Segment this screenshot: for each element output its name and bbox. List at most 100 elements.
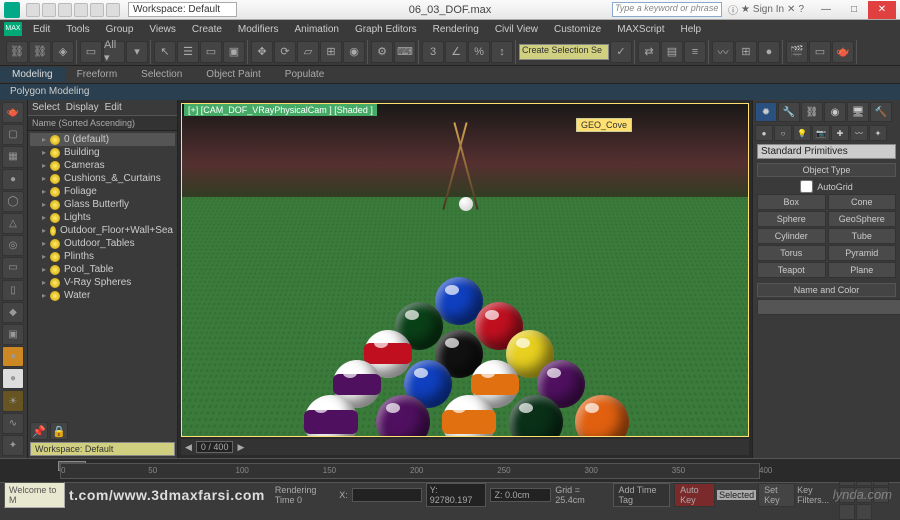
help-icon[interactable]: ? [798,4,804,15]
scene-item[interactable]: ▸Cameras [30,159,175,172]
percent-snap-icon[interactable]: % [468,41,490,63]
yellow-icon[interactable]: ● [2,346,24,367]
visibility-bulb-icon[interactable] [50,239,60,249]
visibility-bulb-icon[interactable] [50,135,60,145]
shapes-subtab-icon[interactable]: ○ [774,125,792,141]
unlink-icon[interactable]: ⛓ [29,41,51,63]
select-name-icon[interactable]: ☰ [177,41,199,63]
scene-item[interactable]: ▸Plinths [30,250,175,263]
angle-snap-icon[interactable]: ∠ [445,41,467,63]
spline-icon[interactable]: ∿ [2,413,24,434]
scene-tab-display[interactable]: Display [66,102,99,113]
scene-item[interactable]: ▸Glass Butterfly [30,198,175,211]
rotate-icon[interactable]: ⟳ [274,41,296,63]
render-frame-icon[interactable]: ▭ [809,41,831,63]
bind-icon[interactable]: ◈ [52,41,74,63]
link-icon[interactable]: ⛓ [6,41,28,63]
menu-animation[interactable]: Animation [287,22,345,37]
geo-icon[interactable]: ◆ [2,302,24,323]
teapot-icon[interactable]: 🫖 [2,102,24,123]
visibility-bulb-icon[interactable] [50,291,60,301]
primitive-torus-button[interactable]: Torus [757,245,826,261]
scene-item[interactable]: ▸V-Ray Spheres [30,276,175,289]
curve-editor-icon[interactable]: 〰 [712,41,734,63]
menu-grapheditors[interactable]: Graph Editors [348,22,424,37]
create-tab-icon[interactable]: ✹ [755,102,777,122]
primitive-teapot-button[interactable]: Teapot [757,262,826,278]
next-key-icon[interactable]: ▶ [237,442,244,453]
named-selection-combo[interactable]: Create Selection Se [519,44,609,60]
tube-icon[interactable]: ◯ [2,191,24,212]
prev-key-icon[interactable]: ◀ [185,442,192,453]
object-type-rollout[interactable]: Object Type [757,163,896,177]
primitive-cylinder-button[interactable]: Cylinder [757,228,826,244]
tab-freeform[interactable]: Freeform [65,67,130,82]
keyfilters-button[interactable]: Key Filters... [797,485,837,505]
keymode-selector[interactable]: Selected [717,490,756,500]
menu-edit[interactable]: Edit [26,22,57,37]
exchange-icon[interactable]: ✕ [787,4,795,15]
scene-lock-icon[interactable]: 🔒 [50,422,68,440]
scale-icon[interactable]: ▱ [297,41,319,63]
scene-tab-select[interactable]: Select [32,102,60,113]
menu-maxscript[interactable]: MAXScript [610,22,671,37]
setkey-button[interactable]: Set Key [758,483,795,507]
visibility-bulb-icon[interactable] [50,187,60,197]
viewport-scene[interactable] [181,103,749,437]
time-ruler[interactable]: 050100150200250300350400 [60,463,760,479]
menu-help[interactable]: Help [673,22,708,37]
align-icon[interactable]: ▤ [661,41,683,63]
visibility-bulb-icon[interactable] [50,200,60,210]
signin-link[interactable]: Sign In [753,4,784,15]
white-icon[interactable]: ● [2,368,24,389]
scene-tree[interactable]: ▸0 (default)▸Building▸Cameras▸Cushions_&… [28,131,177,418]
motion-tab-icon[interactable]: ◉ [824,102,846,122]
menu-civilview[interactable]: Civil View [488,22,545,37]
search-input[interactable]: Type a keyword or phrase [612,2,722,17]
select-region-icon[interactable]: ▭ [200,41,222,63]
scene-header[interactable]: Name (Sorted Ascending) [28,115,177,131]
schematic-icon[interactable]: ⊞ [735,41,757,63]
refcoord-icon[interactable]: ⊞ [320,41,342,63]
visibility-bulb-icon[interactable] [50,148,60,158]
scene-item[interactable]: ▸Outdoor_Tables [30,237,175,250]
mirror-icon[interactable]: ⇄ [638,41,660,63]
lights-subtab-icon[interactable]: 💡 [793,125,811,141]
category-dropdown[interactable]: Standard Primitives [757,144,896,159]
autogrid-checkbox[interactable] [800,180,813,193]
plane-icon[interactable]: ▭ [2,257,24,278]
sun-icon[interactable]: ☀ [2,390,24,411]
torus-icon[interactable]: ◎ [2,235,24,256]
systems-subtab-icon[interactable]: ✦ [869,125,887,141]
primitive-cone-button[interactable]: Cone [828,194,897,210]
pivot-icon[interactable]: ◉ [343,41,365,63]
maxscript-listener[interactable]: Welcome to M [4,482,65,508]
scene-item[interactable]: ▸Cushions_&_Curtains [30,172,175,185]
box-icon[interactable]: ▢ [2,124,24,145]
menu-modifiers[interactable]: Modifiers [231,22,286,37]
qat-redo-icon[interactable] [90,3,104,17]
primitive-plane-button[interactable]: Plane [828,262,897,278]
qat-save-icon[interactable] [58,3,72,17]
tab-populate[interactable]: Populate [273,67,336,82]
scene-tab-edit[interactable]: Edit [105,102,122,113]
visibility-bulb-icon[interactable] [50,161,60,171]
qat-undo-icon[interactable] [74,3,88,17]
minimize-button[interactable]: — [812,1,840,19]
menu-customize[interactable]: Customize [547,22,608,37]
filter-icon[interactable]: ▾ [126,41,148,63]
spinner-snap-icon[interactable]: ↕ [491,41,513,63]
visibility-bulb-icon[interactable] [50,252,60,262]
maximize-button[interactable]: □ [840,1,868,19]
primitive-geosphere-button[interactable]: GeoSphere [828,211,897,227]
infocenter-icon[interactable]: ⓘ [728,2,738,17]
menu-tools[interactable]: Tools [59,22,96,37]
star-icon[interactable]: ★ [741,4,750,15]
qat-link-icon[interactable] [106,3,120,17]
snap-icon[interactable]: 3 [422,41,444,63]
hierarchy-tab-icon[interactable]: ⛓ [801,102,823,122]
render-icon[interactable]: 🫖 [832,41,854,63]
selection-add-icon[interactable]: ✓ [610,41,632,63]
move-icon[interactable]: ✥ [251,41,273,63]
visibility-bulb-icon[interactable] [50,278,60,288]
